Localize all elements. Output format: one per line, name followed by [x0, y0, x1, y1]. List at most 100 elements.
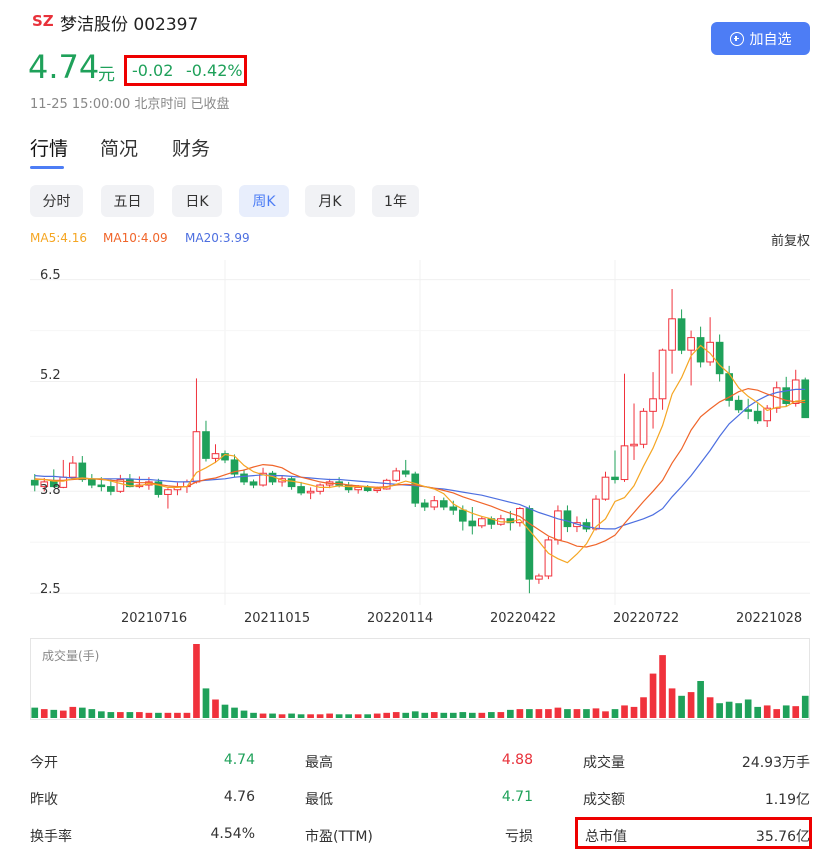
price-change-percent: -0.42%: [186, 61, 243, 80]
candle: [535, 573, 543, 584]
volume-bar: [221, 704, 229, 718]
stat-label-turnover-rate: 换手率: [30, 829, 72, 845]
volume-bar: [621, 705, 628, 718]
stat-label-volume: 成交量: [583, 755, 625, 771]
volume-bar: [278, 714, 286, 718]
stat-value-high: 4.88: [501, 752, 533, 768]
volume-bar: [240, 710, 248, 718]
volume-bar: [174, 712, 181, 718]
period-5day-button[interactable]: 五日: [101, 185, 154, 217]
volume-bar: [697, 681, 704, 718]
candle-body: [88, 479, 96, 486]
y-tick-label: 6.5: [40, 268, 61, 283]
candle-body: [192, 431, 201, 483]
period-daily-button[interactable]: 日K: [172, 185, 222, 217]
adjust-mode-selector[interactable]: 前复权: [771, 230, 810, 249]
volume-bar: [583, 709, 590, 718]
candle-body: [715, 341, 724, 375]
add-watchlist-label: 加自选: [749, 31, 792, 48]
candle-body: [639, 410, 648, 445]
volume-bar: [488, 712, 495, 718]
stat-label-turnover-amount: 成交额: [583, 792, 625, 808]
candlestick-chart[interactable]: [30, 260, 810, 605]
volume-bar: [250, 712, 257, 718]
candle: [649, 372, 657, 429]
volume-bar: [440, 712, 448, 718]
candle: [544, 536, 553, 580]
candle-body: [439, 500, 448, 508]
volume-bar: [630, 706, 638, 718]
candle: [478, 516, 486, 529]
plus-circle-icon: [729, 31, 744, 46]
period-1year-button[interactable]: 1年: [372, 185, 419, 217]
volume-bar: [212, 699, 219, 718]
candle-body: [59, 476, 68, 488]
volume-bar: [231, 707, 238, 718]
candle-body: [734, 399, 743, 411]
period-weekly-button[interactable]: 周K: [239, 185, 289, 217]
candle-body: [554, 510, 562, 541]
candle-body: [601, 476, 610, 500]
volume-bar: [402, 712, 410, 718]
candle: [287, 476, 296, 490]
candle-body: [791, 379, 800, 404]
volume-bar: [687, 692, 695, 718]
candle: [59, 459, 68, 489]
tab-quote[interactable]: 行情: [30, 134, 68, 161]
candle-body: [468, 520, 477, 527]
stat-value-turnover-rate: 4.54%: [210, 826, 255, 842]
candle: [801, 377, 810, 419]
volume-bar: [69, 706, 77, 718]
volume-bar: [478, 712, 486, 718]
volume-bar: [136, 712, 143, 718]
volume-bar: [468, 712, 476, 718]
stat-label-pe-ttm: 市盈(TTM): [305, 829, 373, 845]
candle: [639, 408, 648, 449]
tab-finance[interactable]: 财务: [172, 134, 210, 161]
volume-bar: [792, 706, 800, 718]
candle: [249, 479, 258, 489]
stat-label-prev-close: 昨收: [30, 792, 58, 808]
add-watchlist-button[interactable]: 加自选: [711, 22, 810, 55]
candle-body: [373, 488, 382, 492]
candle: [601, 471, 610, 501]
candle: [620, 373, 629, 482]
volume-bar: [773, 709, 781, 718]
price-unit: 元: [98, 65, 115, 85]
x-tick-label: 20210716: [121, 611, 188, 626]
volume-bar: [554, 707, 562, 718]
candle-body: [753, 410, 762, 422]
candle: [706, 317, 714, 366]
stock-code: 002397: [133, 15, 199, 35]
period-monthly-button[interactable]: 月K: [305, 185, 355, 217]
volume-bar: [573, 709, 581, 718]
candle-body: [420, 502, 429, 508]
volume-bar: [183, 712, 191, 718]
candle-body: [611, 476, 619, 481]
candle-body: [306, 490, 315, 494]
tab-profile[interactable]: 简况: [100, 134, 138, 161]
volume-bar: [383, 712, 391, 718]
volume-bar: [117, 712, 124, 718]
volume-bar: [735, 703, 742, 718]
volume-bar: [164, 712, 172, 718]
candle: [668, 289, 676, 374]
candle: [734, 395, 743, 413]
candle: [154, 478, 163, 498]
candle: [297, 481, 305, 496]
volume-title: 成交量(手): [42, 649, 100, 663]
candle: [677, 309, 686, 355]
volume-chart[interactable]: [30, 640, 810, 718]
candle-body: [202, 431, 210, 459]
candle: [278, 475, 286, 487]
period-intraday-button[interactable]: 分时: [30, 185, 83, 217]
volume-bar: [269, 713, 276, 718]
candle-body: [68, 462, 77, 478]
current-price: 4.74: [28, 48, 100, 86]
stat-value-pe-ttm: 亏损: [505, 829, 533, 845]
volume-bar: [668, 688, 676, 718]
candle: [439, 497, 448, 511]
candle-body: [649, 398, 657, 412]
candle: [525, 505, 534, 594]
candle-body: [392, 470, 401, 481]
